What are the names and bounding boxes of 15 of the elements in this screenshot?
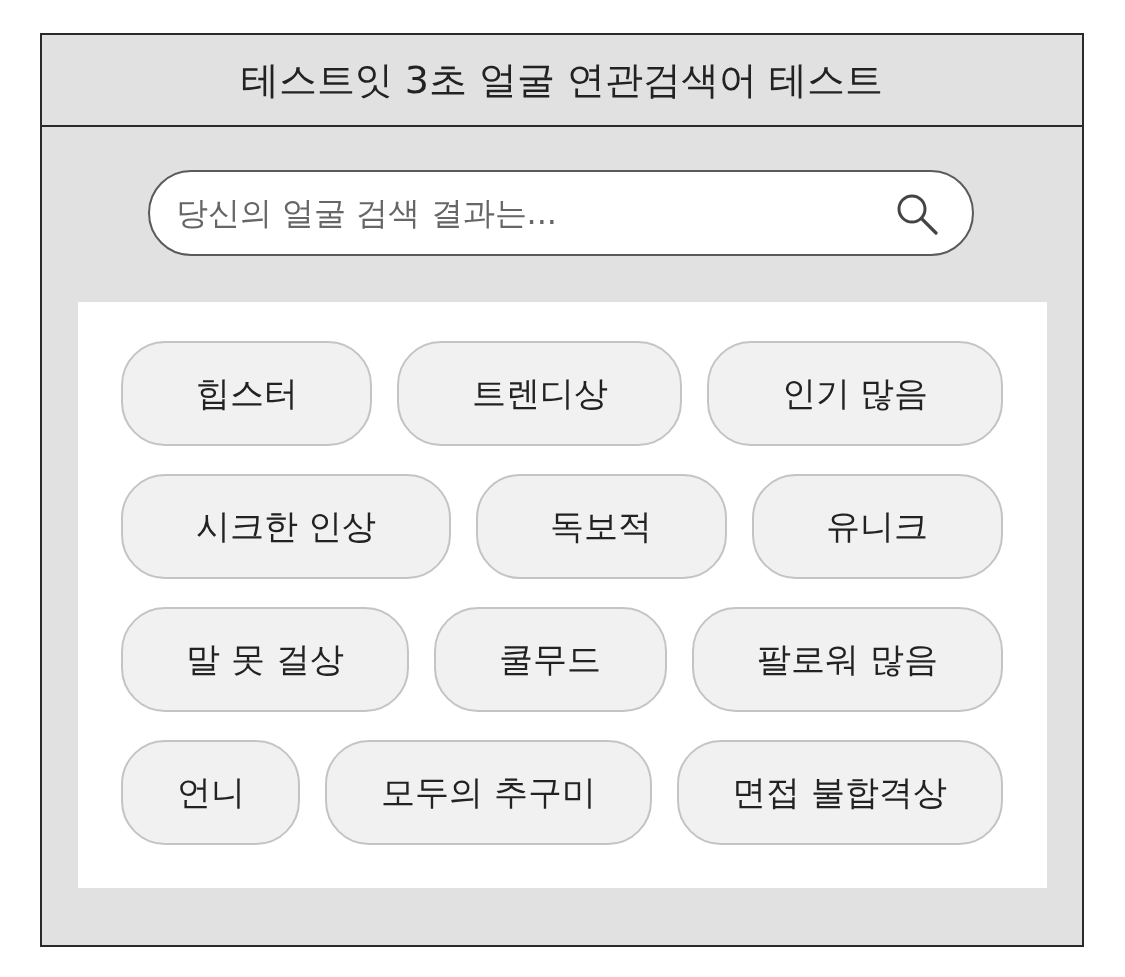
keyword-tag[interactable]: 인기 많음 xyxy=(707,341,1003,446)
search-field[interactable]: 당신의 얼굴 검색 결과는... xyxy=(148,170,974,256)
keyword-tag[interactable]: 쿨무드 xyxy=(434,607,667,712)
keyword-tag[interactable]: 팔로워 많음 xyxy=(691,607,1003,712)
page-title: 테스트잇 3초 얼굴 연관검색어 테스트 xyxy=(240,56,884,104)
keyword-tag[interactable]: 유니크 xyxy=(751,474,1003,579)
search-icon[interactable] xyxy=(896,193,938,235)
keyword-tag[interactable]: 힙스터 xyxy=(121,341,373,446)
keyword-tag[interactable]: 말 못 걸상 xyxy=(121,607,410,712)
keyword-tag[interactable]: 언니 xyxy=(121,740,301,845)
keyword-tag[interactable]: 트렌디상 xyxy=(397,341,683,446)
keyword-tag[interactable]: 면접 불합격상 xyxy=(676,740,1003,845)
keyword-tag[interactable]: 시크한 인상 xyxy=(121,474,451,579)
keyword-tag[interactable]: 모두의 추구미 xyxy=(325,740,652,845)
keyword-tag[interactable]: 독보적 xyxy=(475,474,727,579)
